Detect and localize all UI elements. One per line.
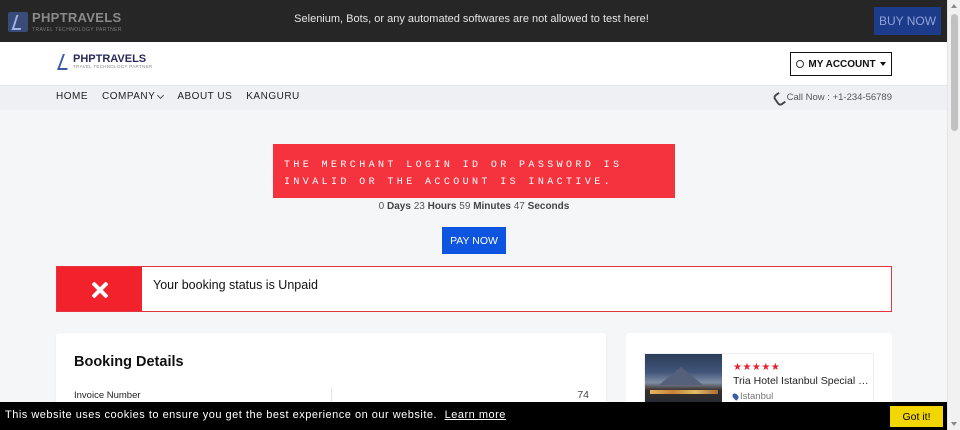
brand-logo[interactable]: PHPTRAVELS TRAVEL TECHNOLOGY PARTNER [57, 53, 152, 71]
booking-status-text: Your booking status is Unpaid [153, 278, 318, 292]
timer-hours-label: Hours [427, 201, 457, 212]
nav-item-company[interactable]: COMPANY [102, 91, 165, 102]
timer-days-value: 0 [378, 201, 385, 212]
call-now-text: Call Now : +1-234-56789 [786, 92, 892, 103]
booking-status-banner: Your booking status is Unpaid [56, 266, 892, 312]
my-account-label: MY ACCOUNT [808, 58, 876, 70]
pay-now-button[interactable]: PAY NOW [442, 227, 506, 254]
site-header: PHPTRAVELS TRAVEL TECHNOLOGY PARTNER MY … [0, 42, 947, 85]
brand-logo-icon [57, 53, 71, 71]
nav-item-company-label: COMPANY [102, 91, 156, 102]
nav-item-kanguru[interactable]: KANGURU [246, 91, 300, 102]
user-icon [796, 60, 805, 68]
cookie-consent-bar: This website uses cookies to ensure you … [0, 402, 947, 430]
invoice-number-value: 74 [577, 389, 589, 401]
got-it-button[interactable]: Got it! [890, 406, 943, 427]
page-scrollbar[interactable] [947, 0, 960, 430]
buy-now-button[interactable]: BUY NOW [874, 7, 941, 35]
hotel-star-rating: ★★★★★ [733, 362, 781, 373]
call-now[interactable]: Call Now : +1-234-56789 [774, 92, 892, 103]
timer-minutes-label: Minutes [473, 201, 511, 212]
cookie-text: This website uses cookies to ensure you … [5, 409, 438, 421]
booking-details-title: Booking Details [74, 354, 184, 370]
close-x-icon [91, 281, 109, 299]
timer-hours-value: 23 [413, 201, 425, 212]
brand-tagline: TRAVEL TECHNOLOGY PARTNER [73, 64, 153, 69]
invoice-number-label: Invoice Number [74, 390, 141, 401]
timer-minutes-value: 59 [459, 201, 471, 212]
scroll-down-icon[interactable] [951, 422, 957, 426]
payment-error-alert: THE MERCHANT LOGIN ID OR PASSWORD IS INV… [273, 144, 675, 198]
caret-down-icon [879, 62, 886, 66]
topbar-logo-tagline: TRAVEL TECHNOLOGY PARTNER [32, 27, 122, 33]
scrollbar-thumb[interactable] [951, 14, 958, 131]
timer-seconds-label: Seconds [527, 201, 570, 212]
scroll-up-icon[interactable] [951, 4, 957, 8]
learn-more-link[interactable]: Learn more [445, 409, 506, 421]
hotel-location: Istanbul [731, 391, 774, 402]
phone-icon [774, 93, 783, 102]
my-account-button[interactable]: MY ACCOUNT [790, 52, 892, 76]
hotel-thumbnail [645, 354, 722, 406]
timer-days-label: Days [387, 201, 411, 212]
nav-item-home[interactable]: HOME [56, 91, 88, 102]
main-nav: HOME COMPANY ABOUT US KANGURU Call Now :… [0, 85, 947, 110]
map-pin-icon [731, 392, 740, 401]
hotel-city: Istanbul [740, 391, 774, 402]
hotel-name[interactable]: Tria Hotel Istanbul Special Class [733, 375, 873, 387]
timer-seconds-value: 47 [513, 201, 525, 212]
automation-notice: Selenium, Bots, or any automated softwar… [294, 13, 649, 25]
chevron-down-icon [157, 91, 165, 99]
countdown-timer: 0 Days 23 Hours 59 Minutes 47 Seconds [273, 201, 675, 212]
nav-item-about-us[interactable]: ABOUT US [177, 91, 232, 102]
demo-top-bar: PHPTRAVELS TRAVEL TECHNOLOGY PARTNER Sel… [0, 0, 947, 42]
status-x-box [57, 267, 142, 311]
